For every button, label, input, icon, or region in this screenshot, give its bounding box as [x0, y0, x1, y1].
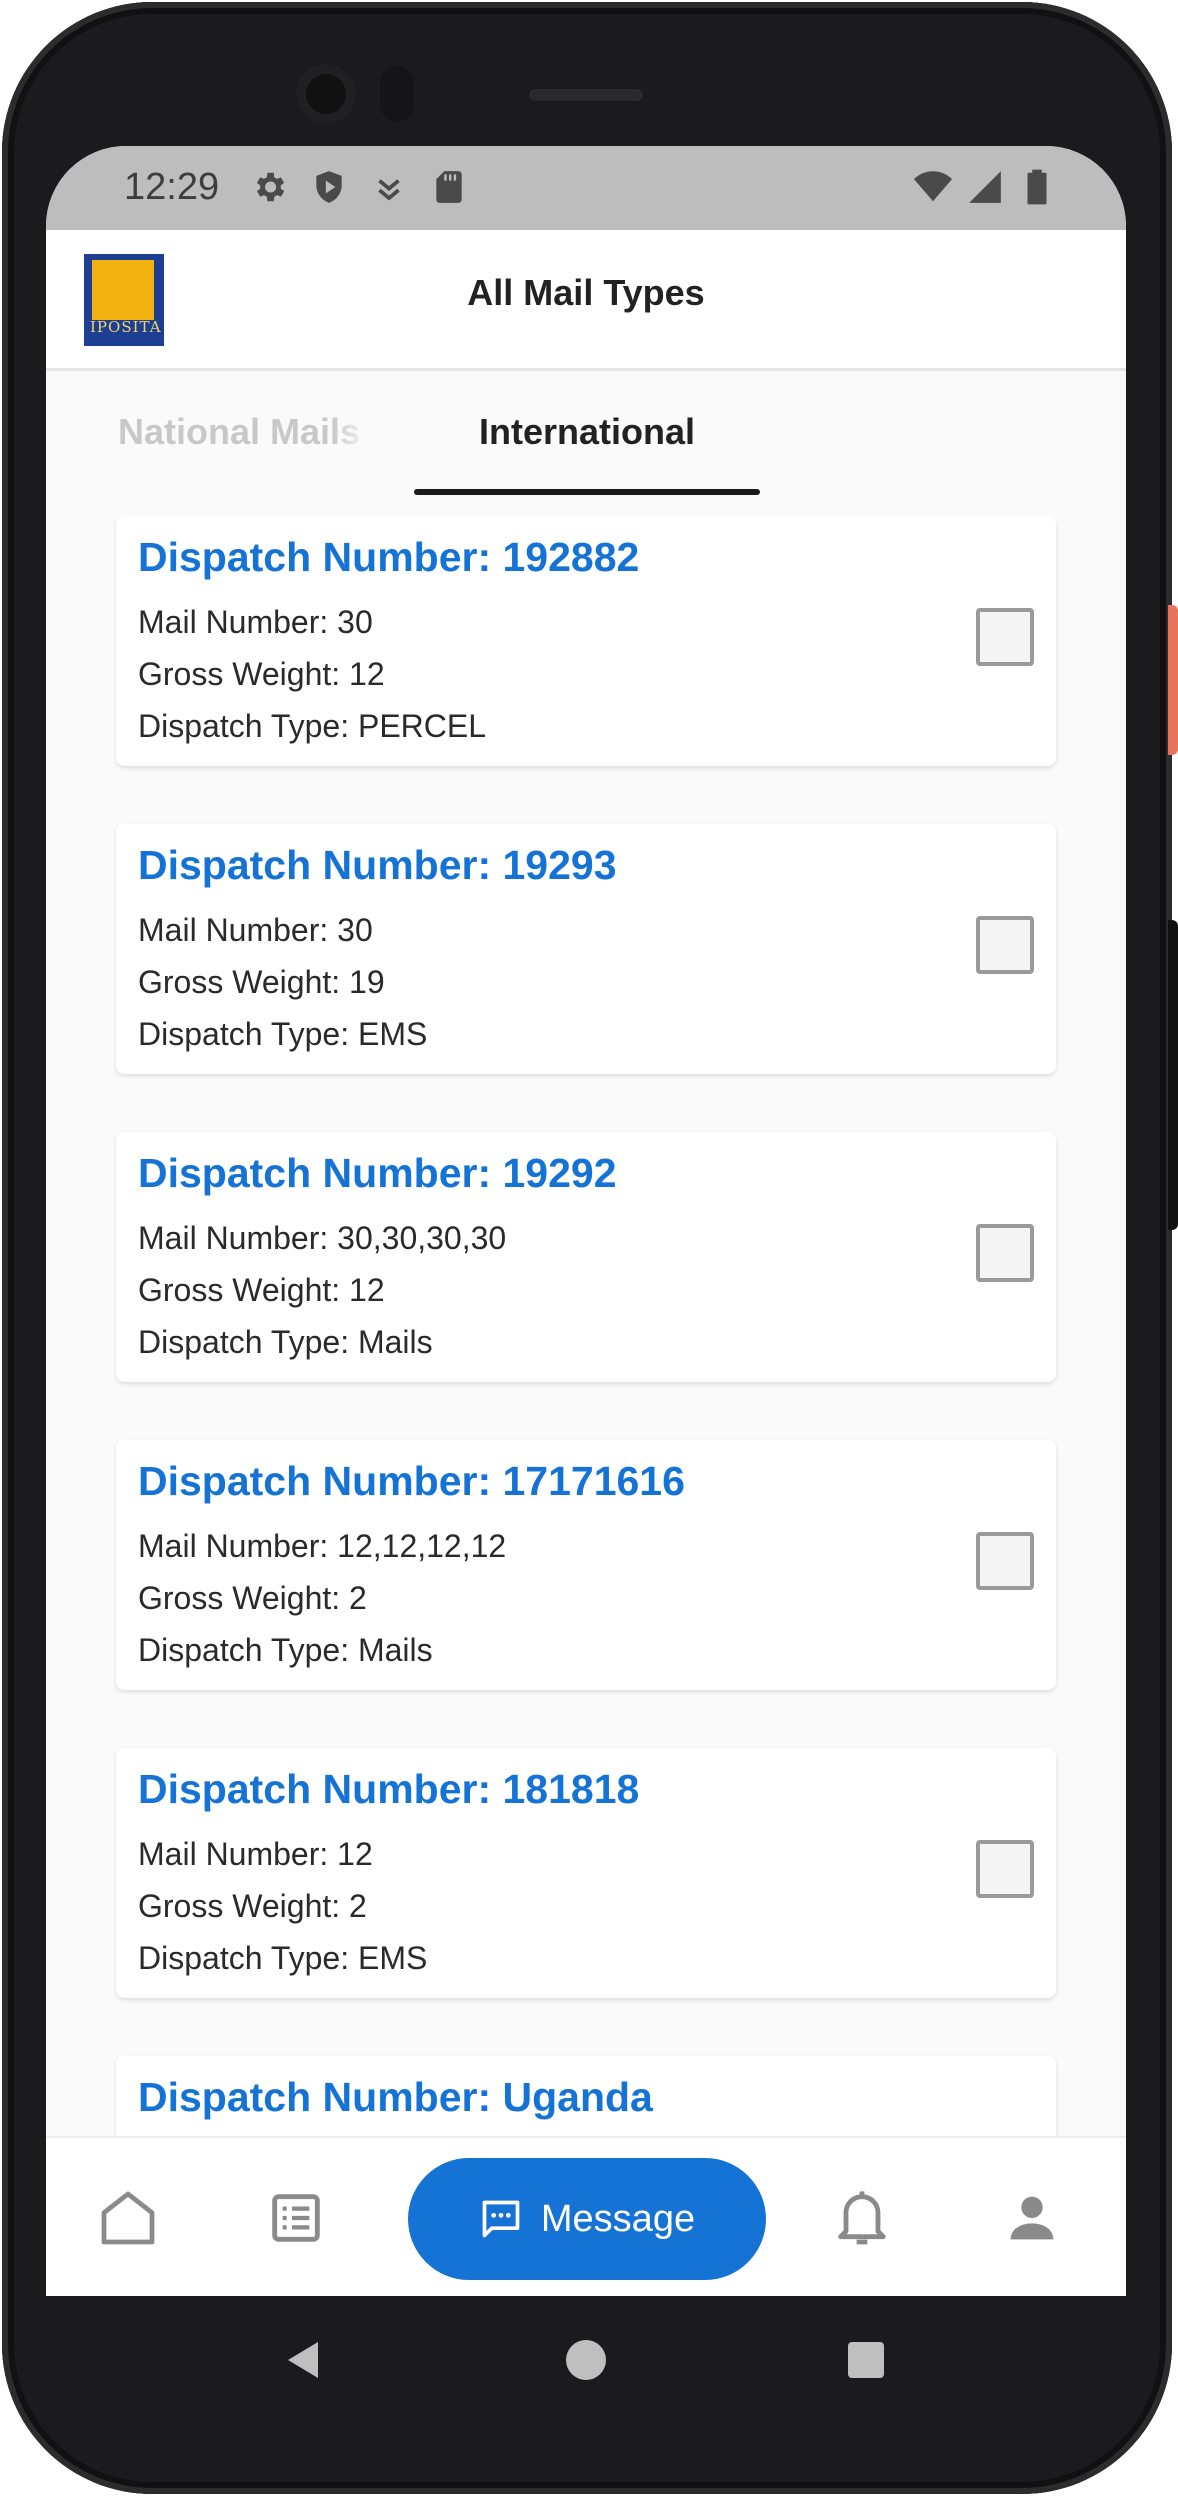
- dispatch-type: Dispatch Type: EMS: [138, 1016, 428, 1052]
- sd-card-icon: [436, 171, 462, 203]
- gross-weight: Gross Weight: 2: [138, 1580, 367, 1616]
- back-icon[interactable]: [280, 2336, 328, 2384]
- select-checkbox[interactable]: [976, 916, 1034, 974]
- mail-number: Mail Number: 12: [138, 1836, 373, 1872]
- download-icon: [378, 179, 400, 201]
- bottom-navigation: Message: [46, 2136, 1126, 2296]
- volume-button: [1168, 920, 1178, 1230]
- list-icon[interactable]: [264, 2186, 328, 2250]
- select-checkbox[interactable]: [976, 1840, 1034, 1898]
- select-checkbox[interactable]: [976, 1224, 1034, 1282]
- settings-gear-icon: [256, 172, 285, 202]
- status-bar: 12:29: [46, 146, 1126, 230]
- gross-weight: Gross Weight: 19: [138, 964, 385, 1000]
- select-checkbox[interactable]: [976, 1532, 1034, 1590]
- power-button: [1168, 605, 1178, 755]
- shield-icon: [316, 171, 342, 203]
- gross-weight: Gross Weight: 12: [138, 1272, 385, 1308]
- message-button[interactable]: Message: [408, 2158, 766, 2280]
- mail-number: Mail Number: 30: [138, 912, 373, 948]
- dispatch-type: Dispatch Type: Mails: [138, 1324, 433, 1360]
- recents-icon[interactable]: [842, 2336, 890, 2384]
- signal-icon: [969, 171, 1001, 203]
- mail-number: Mail Number: 30,30,30,30: [138, 1220, 507, 1256]
- dispatch-number: Dispatch Number: 17171616: [138, 1458, 685, 1504]
- mail-number: Mail Number: 12,12,12,12: [138, 1528, 507, 1564]
- app-bar: IPOSITA All Mail Types: [46, 230, 1126, 371]
- mail-number: Mail Number: 30: [138, 604, 373, 640]
- dispatch-card[interactable]: Dispatch Number: 19292 Mail Number: 30,3…: [116, 1132, 1056, 1382]
- dispatch-type: Dispatch Type: Mails: [138, 1632, 433, 1668]
- dispatch-type: Dispatch Type: PERCEL: [138, 708, 487, 744]
- dispatch-type: Dispatch Type: EMS: [138, 1940, 428, 1976]
- dispatch-number: Dispatch Number: Uganda: [138, 2074, 653, 2120]
- wifi-icon: [914, 171, 952, 202]
- dispatch-card[interactable]: Dispatch Number: 17171616 Mail Number: 1…: [116, 1440, 1056, 1690]
- dispatch-card[interactable]: Dispatch Number: 181818 Mail Number: 12 …: [116, 1748, 1056, 1998]
- screen: 12:29 IPOSITA All Mail Types National Ma…: [46, 146, 1126, 2296]
- dispatch-number: Dispatch Number: 19293: [138, 842, 617, 888]
- dispatch-number: Dispatch Number: 19292: [138, 1150, 617, 1196]
- dispatch-card[interactable]: Dispatch Number: 192882 Mail Number: 30 …: [116, 516, 1056, 766]
- page-title: All Mail Types: [467, 272, 705, 313]
- home-button-icon[interactable]: [562, 2336, 610, 2384]
- earpiece-speaker: [526, 86, 646, 104]
- proximity-sensor: [380, 66, 414, 122]
- select-checkbox[interactable]: [976, 608, 1034, 666]
- gross-weight: Gross Weight: 2: [138, 1888, 367, 1924]
- message-icon: [482, 2200, 520, 2238]
- dispatch-card[interactable]: Dispatch Number: 19293 Mail Number: 30 G…: [116, 824, 1056, 1074]
- tab-international[interactable]: International: [414, 411, 760, 453]
- mail-type-tabs: National Mails International: [46, 371, 1126, 499]
- front-camera: [296, 64, 356, 124]
- message-label: Message: [540, 2197, 696, 2240]
- profile-icon[interactable]: [1000, 2186, 1064, 2250]
- dispatch-card[interactable]: Dispatch Number: Uganda: [116, 2056, 1056, 2136]
- gross-weight: Gross Weight: 12: [138, 656, 385, 692]
- active-tab-indicator: [414, 489, 760, 495]
- status-time: 12:29: [124, 166, 220, 208]
- tab-national-mails[interactable]: National Mails: [118, 411, 370, 453]
- bell-icon[interactable]: [830, 2186, 894, 2250]
- dispatch-number: Dispatch Number: 192882: [138, 534, 640, 580]
- dispatch-number: Dispatch Number: 181818: [138, 1766, 640, 1812]
- home-icon[interactable]: [96, 2186, 160, 2250]
- dispatch-list: Dispatch Number: 192882 Mail Number: 30 …: [46, 516, 1126, 2136]
- system-navigation-bar: [46, 2296, 1126, 2426]
- battery-icon: [1027, 169, 1047, 205]
